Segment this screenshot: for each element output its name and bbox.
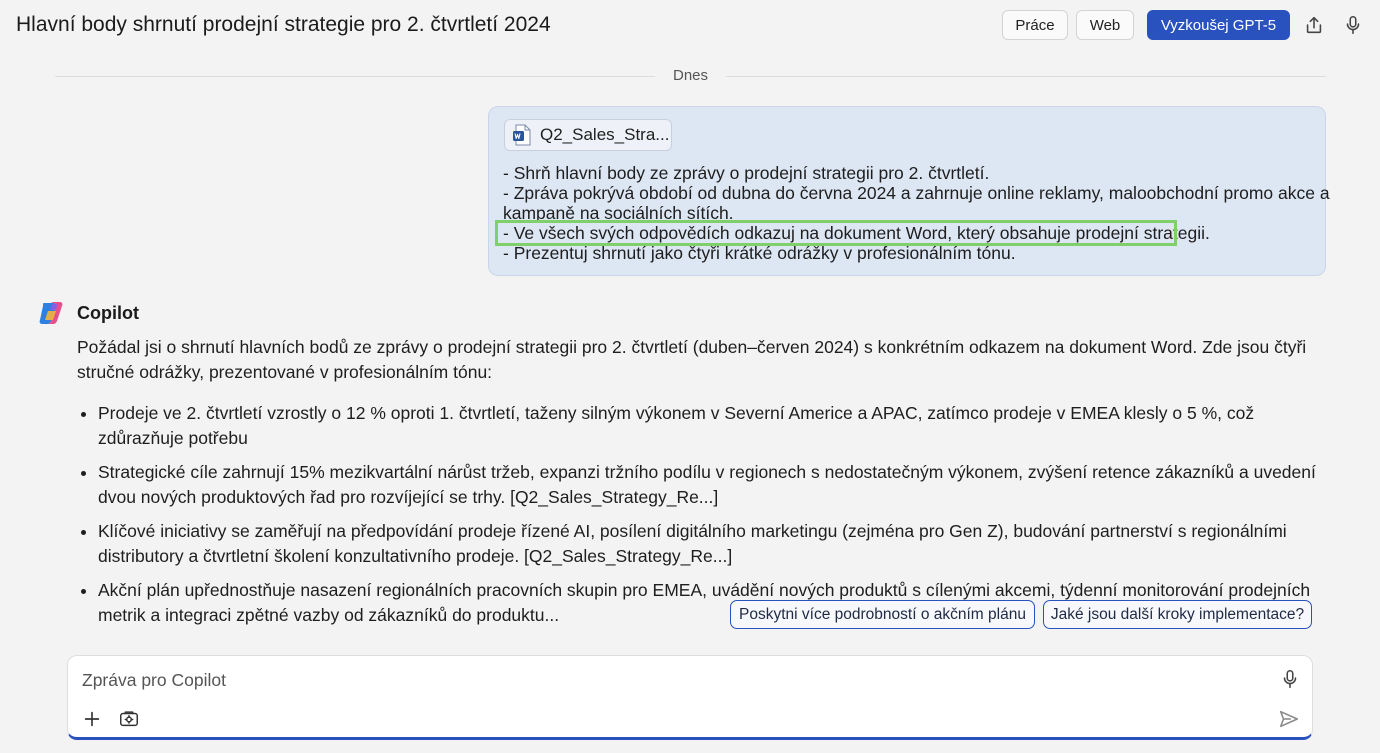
suggestion-chip-action-plan[interactable]: Poskytni více podrobností o akčním plánu bbox=[730, 600, 1035, 629]
list-item: Strategické cíle zahrnují 15% mezikvartá… bbox=[98, 460, 1322, 510]
header-bar: Hlavní body shrnutí prodejní strategie p… bbox=[0, 0, 1380, 52]
microphone-icon[interactable] bbox=[1279, 668, 1301, 690]
try-gpt5-button[interactable]: Vyzkoušej GPT-5 bbox=[1147, 10, 1290, 40]
date-separator-label: Dnes bbox=[672, 67, 709, 84]
user-message-line: - Zpráva pokrývá období od dubna do červ… bbox=[503, 183, 1330, 203]
user-message-bubble: Q2_Sales_Stra... - Shrň hlavní body ze z… bbox=[488, 106, 1330, 276]
copilot-logo-icon bbox=[39, 302, 63, 324]
date-divider-left bbox=[55, 76, 655, 77]
date-divider-right bbox=[726, 76, 1326, 77]
assistant-message: Požádal jsi o shrnutí hlavních bodů ze z… bbox=[77, 335, 1322, 637]
user-message-line: - Shrň hlavní body ze zprávy o prodejní … bbox=[503, 163, 990, 183]
list-item: Prodeje ve 2. čtvrtletí vzrostly o 12 % … bbox=[98, 401, 1322, 451]
word-document-icon bbox=[513, 124, 531, 146]
microphone-icon[interactable] bbox=[1342, 14, 1364, 36]
user-message-text: - Shrň hlavní body ze zprávy o prodejní … bbox=[503, 163, 1330, 263]
assistant-bullet-list: Prodeje ve 2. čtvrtletí vzrostly o 12 % … bbox=[77, 401, 1322, 628]
message-input[interactable] bbox=[80, 666, 1234, 694]
conversation-title: Hlavní body shrnutí prodejní strategie p… bbox=[16, 13, 551, 36]
user-message-line: - Prezentuj shrnutí jako čtyři krátké od… bbox=[503, 243, 1016, 263]
message-composer bbox=[67, 655, 1313, 740]
web-mode-button[interactable]: Web bbox=[1076, 10, 1134, 40]
list-item: Klíčové iniciativy se zaměřují na předpo… bbox=[98, 519, 1322, 569]
share-icon[interactable] bbox=[1303, 14, 1325, 36]
attached-file-name: Q2_Sales_Stra... bbox=[540, 125, 670, 144]
plus-icon[interactable] bbox=[81, 708, 103, 730]
highlight-box bbox=[495, 220, 1177, 246]
tools-icon[interactable] bbox=[118, 708, 140, 730]
assistant-name: Copilot bbox=[77, 303, 139, 323]
suggestion-chip-next-steps[interactable]: Jaké jsou další kroky implementace? bbox=[1043, 600, 1312, 629]
work-mode-button[interactable]: Práce bbox=[1002, 10, 1068, 40]
attached-file-chip[interactable]: Q2_Sales_Stra... bbox=[504, 119, 672, 151]
send-icon[interactable] bbox=[1278, 708, 1300, 730]
assistant-intro: Požádal jsi o shrnutí hlavních bodů ze z… bbox=[77, 337, 1307, 382]
